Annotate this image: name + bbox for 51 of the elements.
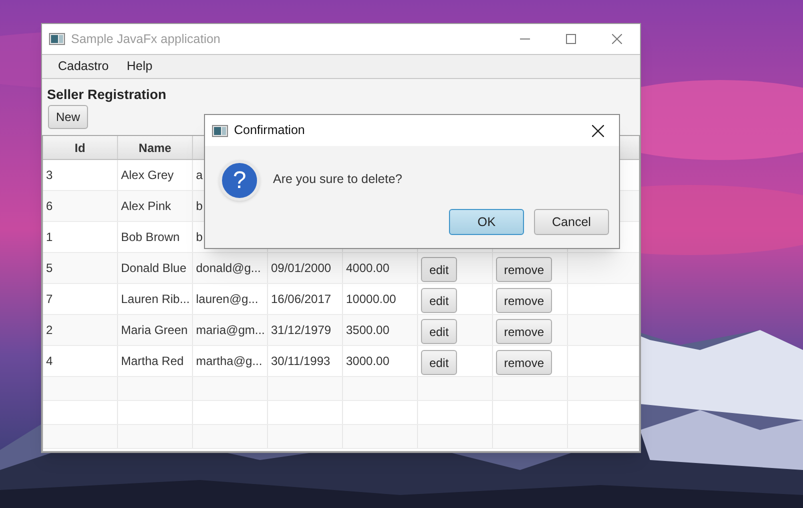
table-cell-text: 6 [45,198,53,215]
table-cell-text: 4 [45,353,53,370]
edit-button[interactable]: edit [421,257,457,282]
table-cell-text: maria@gm... [195,322,265,339]
table-cell-text: 31/12/1979 [270,322,332,339]
table-cell-text: 2 [45,322,53,339]
table-cell-text: Alex Pink [120,198,172,215]
table-cell-text: 4000.00 [345,260,390,277]
table-cell-text: 3500.00 [345,322,390,339]
table-cell-text: Donald Blue [120,260,186,277]
table-cell-text: Martha Red [120,353,184,370]
table-cell-text: Lauren Rib... [120,291,190,308]
remove-button[interactable]: remove [496,319,552,344]
table-cell-text: 7 [45,291,53,308]
table-cell-text: Maria Green [120,322,188,339]
window-title: Sample JavaFx application [71,30,220,48]
app-icon [212,124,228,136]
table-cell-text: Bob Brown [120,229,180,246]
question-icon: ? [219,160,260,201]
edit-button[interactable]: edit [421,319,457,344]
app-icon [49,33,65,45]
table-cell-text: 1 [45,229,53,246]
menu-item[interactable]: Cadastro [50,57,117,76]
table-cell-text: 5 [45,260,53,277]
remove-button[interactable]: remove [496,288,552,313]
menu-item[interactable]: Help [118,57,160,76]
table-cell-text: martha@g... [195,353,262,370]
table-cell-text: lauren@g... [195,291,258,308]
dialog-button[interactable]: Cancel [534,209,609,235]
table-cell-text: 10000.00 [345,291,396,308]
new-button[interactable]: New [48,105,88,129]
table-cell-text: donald@g... [195,260,261,277]
dialog-message: Are you sure to delete? [273,171,402,188]
edit-button[interactable]: edit [421,350,457,375]
table-cell-text: b [195,229,203,246]
table-cell-text: 16/06/2017 [270,291,332,308]
table-cell-text: b [195,198,203,215]
remove-button[interactable]: remove [496,257,552,282]
edit-button[interactable]: edit [421,288,457,313]
table-cell-text: 3 [45,167,53,184]
table-cell-text: Alex Grey [120,167,174,184]
table-cell-text: 30/11/1993 [270,353,330,370]
table-cell-text: a [195,167,203,184]
table-cell-text: 09/01/2000 [270,260,332,277]
dialog-button[interactable]: OK [449,209,524,235]
column-header[interactable]: Name [118,136,193,159]
dialog-title: Confirmation [234,122,305,140]
page-heading: Seller Registration [46,86,168,104]
remove-button[interactable]: remove [496,350,552,375]
table-cell-text: 3000.00 [345,353,390,370]
column-header[interactable]: Id [43,136,118,159]
